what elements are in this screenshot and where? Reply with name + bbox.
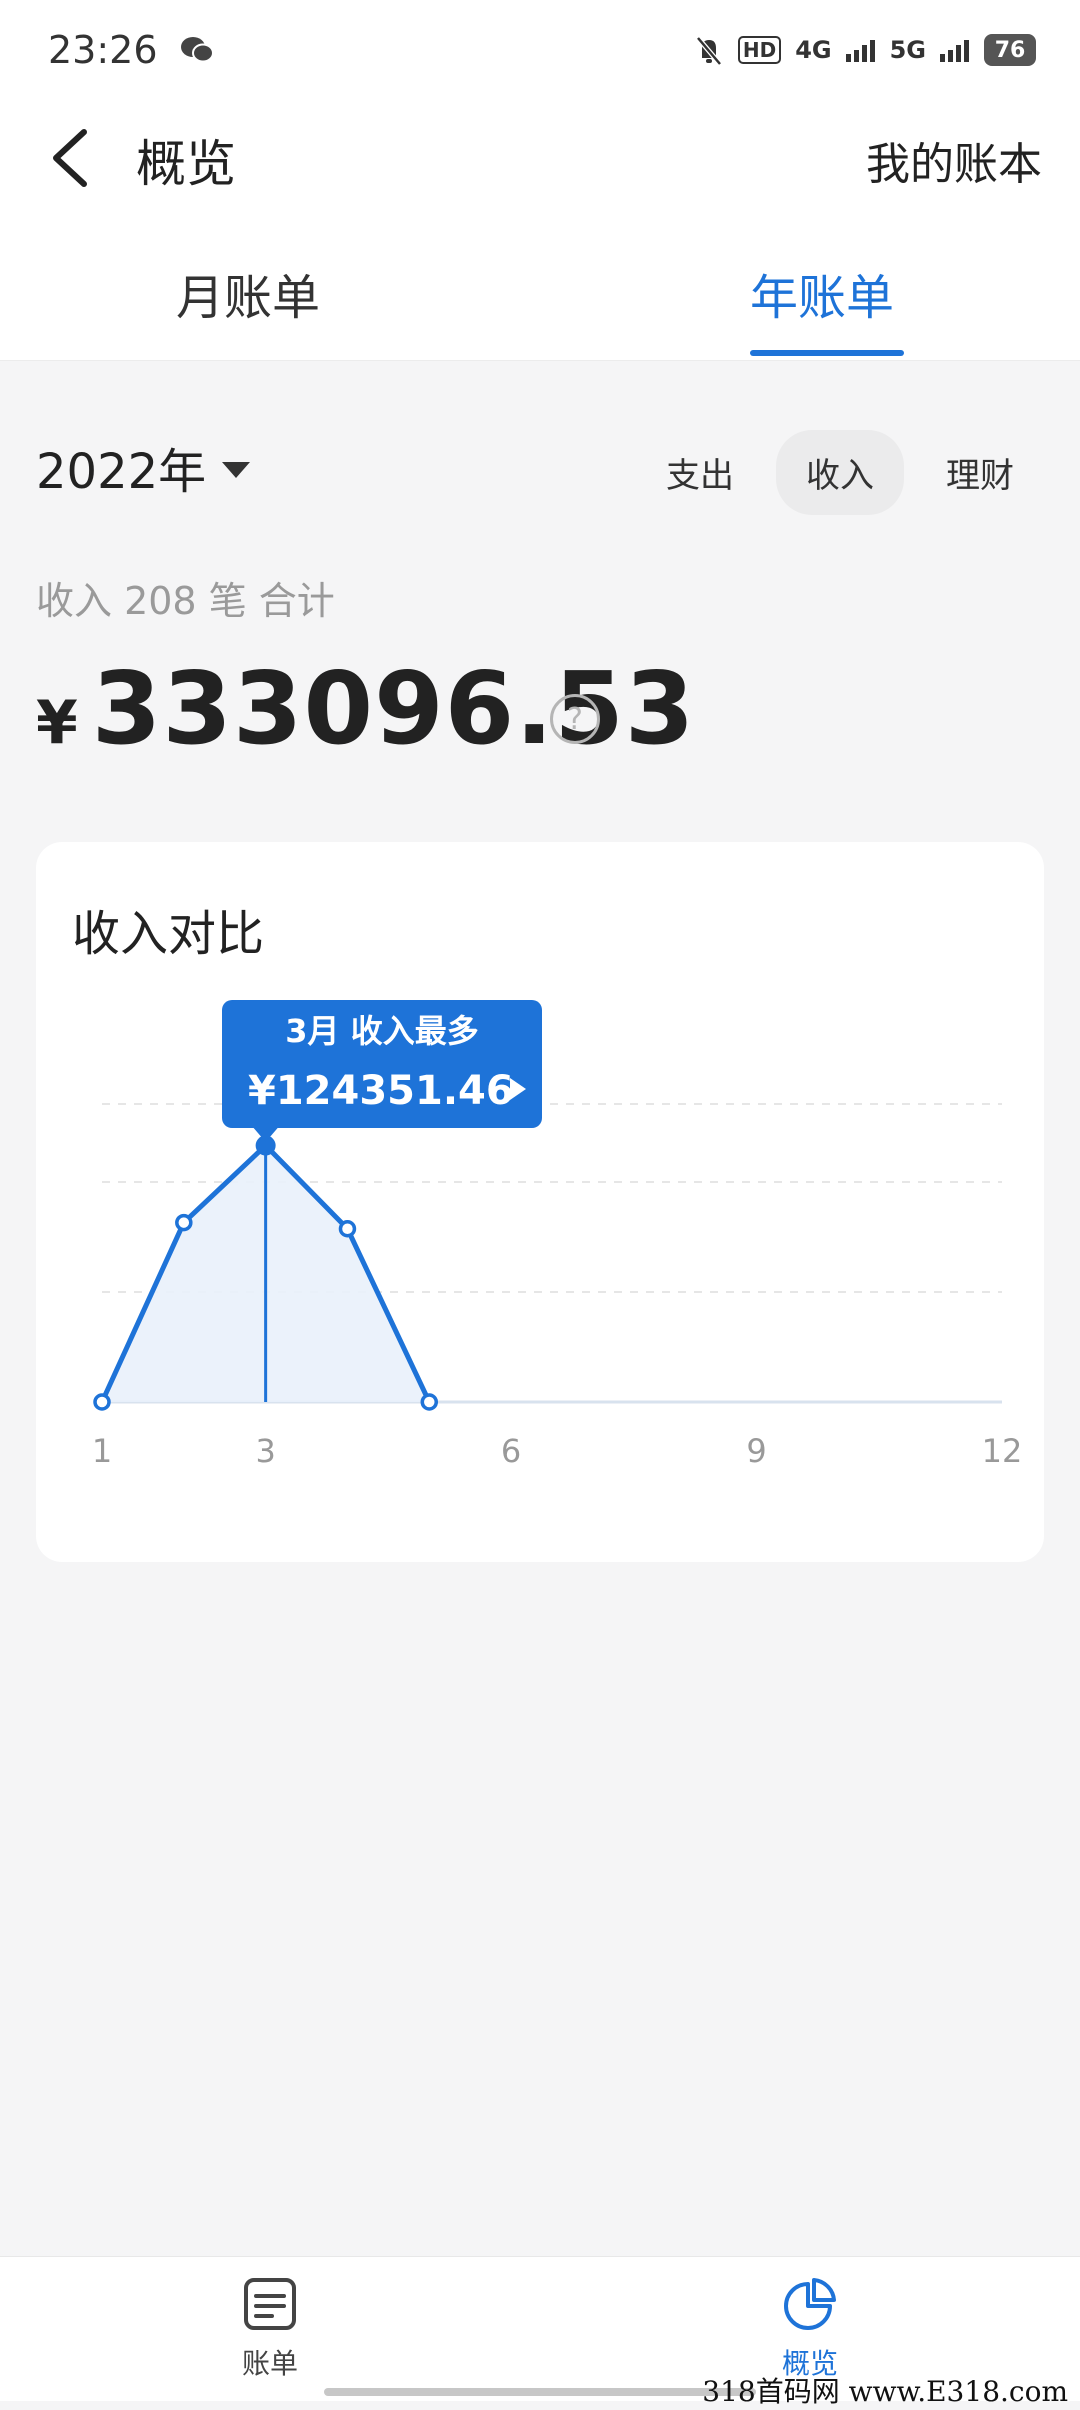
x-tick-label: 9	[746, 1432, 766, 1470]
signal-icon	[845, 40, 875, 62]
my-account-books-link[interactable]: 我的账本	[866, 128, 1042, 192]
data-point	[175, 1213, 193, 1232]
year-dropdown[interactable]: 2022年	[36, 432, 251, 502]
nav-item-bills[interactable]: 账单	[180, 2276, 360, 2382]
data-point	[420, 1393, 439, 1411]
tab-yearly-bill[interactable]: 年账单	[750, 258, 894, 328]
back-button[interactable]	[40, 118, 100, 198]
nav-item-overview[interactable]: 概览	[720, 2276, 900, 2382]
x-tick-label: 3	[255, 1432, 275, 1470]
page-title: 概览	[136, 135, 236, 193]
signal-icon-2	[940, 40, 969, 62]
year-label: 2022年	[36, 444, 207, 500]
currency-symbol: ¥	[36, 688, 78, 758]
tab-monthly-bill[interactable]: 月账单	[176, 258, 320, 328]
total-value: 333096.53	[91, 650, 696, 767]
filter-income[interactable]: 收入	[776, 430, 904, 515]
income-chart: 1 3 6 9 12 3月 收入最多 ¥124351.46	[92, 1000, 1023, 1470]
x-tick-label: 1	[92, 1432, 112, 1470]
x-tick-label: 12	[982, 1432, 1023, 1470]
data-point	[338, 1220, 357, 1238]
filter-expense[interactable]: 支出	[636, 430, 764, 515]
battery-indicator: 76	[984, 34, 1036, 66]
watermark: 318首码网 www.E318.com	[702, 2375, 1068, 2408]
wechat-icon	[181, 37, 214, 63]
tooltip-pointer	[253, 1128, 278, 1142]
hd-badge: HD	[737, 36, 782, 64]
active-tab-indicator	[750, 350, 904, 356]
document-list-icon	[244, 2278, 296, 2330]
question-circle-icon[interactable]: ?	[550, 694, 600, 744]
mute-bell-icon	[695, 36, 722, 66]
network-5g-label: 5G	[889, 36, 926, 64]
tooltip-title: 3月 收入最多	[285, 1012, 478, 1050]
chevron-left-icon	[53, 129, 87, 187]
caret-down-icon	[222, 462, 251, 478]
filter-finance[interactable]: 理财	[916, 430, 1044, 515]
home-indicator[interactable]	[324, 2388, 756, 2396]
status-time: 23:26	[48, 28, 158, 72]
nav-label-bills: 账单	[241, 2347, 298, 2380]
pie-chart-icon	[784, 2278, 836, 2330]
type-filter: 支出 收入 理财	[636, 430, 1044, 515]
data-point	[93, 1393, 111, 1411]
bill-tabs	[0, 230, 1080, 361]
x-tick-label: 6	[501, 1432, 521, 1470]
network-4g-label: 4G	[795, 36, 832, 64]
tooltip-value: ¥124351.46	[248, 1068, 514, 1114]
status-indicators: HD 4G 5G 76	[694, 30, 1036, 70]
income-count-caption: 收入 208 笔 合计	[36, 579, 335, 623]
